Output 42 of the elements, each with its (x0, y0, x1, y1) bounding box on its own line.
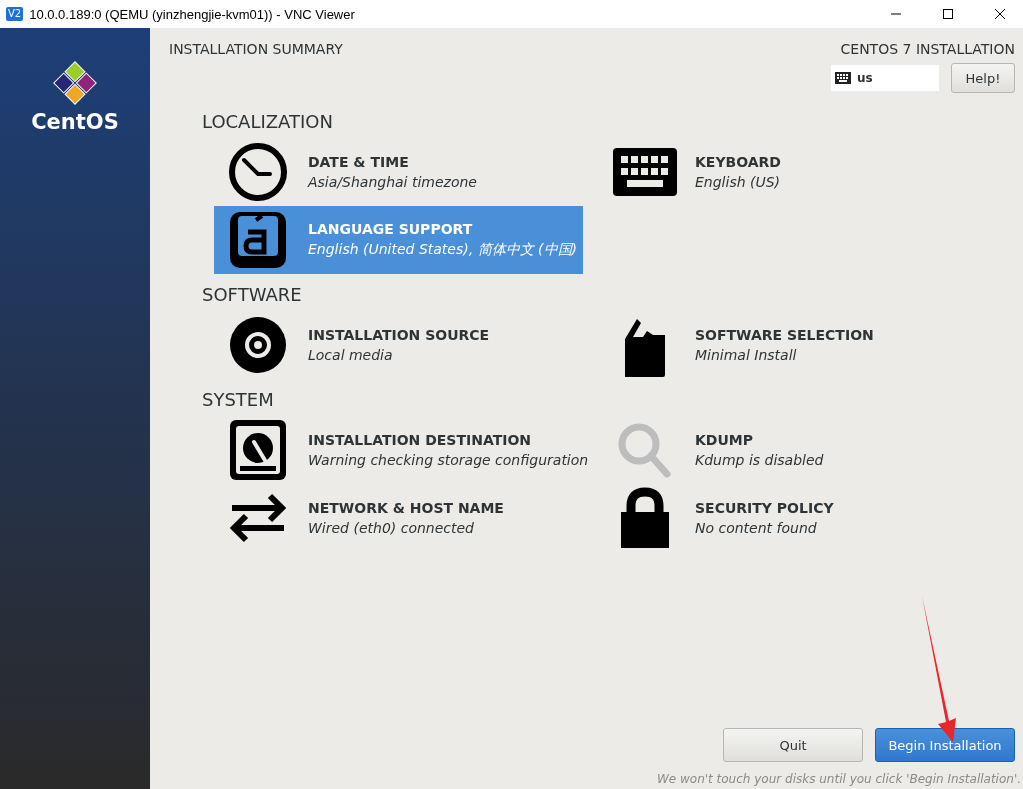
brand-name: CentOS (31, 110, 119, 134)
spoke-title: SOFTWARE SELECTION (695, 327, 874, 343)
spoke-item[interactable]: DATE & TIME Asia/Shanghai timezone (214, 138, 583, 206)
spoke-item[interactable]: KEYBOARD English (US) (601, 138, 988, 206)
spoke-item[interactable]: SECURITY POLICY No content found (601, 484, 988, 552)
section-heading: SYSTEM (202, 389, 275, 410)
section-heading: SOFTWARE (202, 284, 303, 305)
spoke-status: Kdump is disabled (695, 452, 824, 468)
spoke-status: Minimal Install (695, 347, 798, 363)
product-title: CENTOS 7 INSTALLATION (840, 41, 1015, 57)
spoke-status: No content found (695, 520, 818, 536)
spoke-item[interactable]: INSTALLATION SOURCE Local media (214, 311, 583, 379)
keyboard-layout-field[interactable]: us (831, 65, 939, 91)
spoke-status: English (United States), 简体中文 (中国) (308, 241, 577, 259)
logo-icon (52, 60, 98, 106)
maximize-icon (942, 8, 954, 20)
spoke-title: DATE & TIME (308, 154, 410, 170)
quit-button[interactable]: Quit (723, 728, 863, 762)
begin-installation-button[interactable]: Begin Installation (875, 728, 1015, 762)
clock-icon (226, 140, 290, 204)
spoke-title: KEYBOARD (695, 154, 781, 170)
spoke-status: Warning checking storage configuration (308, 452, 589, 468)
spoke-item[interactable]: NETWORK & HOST NAME Wired (eth0) connected (214, 484, 583, 552)
section-heading: LOCALIZATION (202, 111, 334, 132)
keyboard-icon (835, 72, 851, 84)
spoke-status: Local media (308, 347, 394, 363)
page-title: INSTALLATION SUMMARY (169, 41, 343, 59)
spoke-status: Asia/Shanghai timezone (308, 174, 477, 190)
window-title: 10.0.0.189:0 (QEMU (yinzhengjie-kvm01)) - VNC Viewer (29, 6, 356, 22)
help-button[interactable]: Help! (951, 63, 1015, 93)
spoke-title: LANGUAGE SUPPORT (308, 221, 474, 237)
app-logo: V2 (6, 7, 24, 21)
spoke-status: English (US) (695, 174, 781, 190)
spoke-status: Wired (eth0) connected (308, 520, 475, 536)
spoke-title: INSTALLATION SOURCE (308, 327, 490, 343)
spoke-title: KDUMP (695, 432, 755, 448)
spoke-title: INSTALLATION DESTINATION (308, 432, 532, 448)
close-icon (994, 8, 1006, 20)
footer-note: We won't touch your disks until you click 'Begin Installation'. (656, 772, 1021, 786)
spoke-title: SECURITY POLICY (695, 500, 834, 516)
spoke-title: NETWORK & HOST NAME (308, 500, 504, 516)
spoke-item[interactable]: SOFTWARE SELECTION Minimal Install (601, 311, 988, 379)
